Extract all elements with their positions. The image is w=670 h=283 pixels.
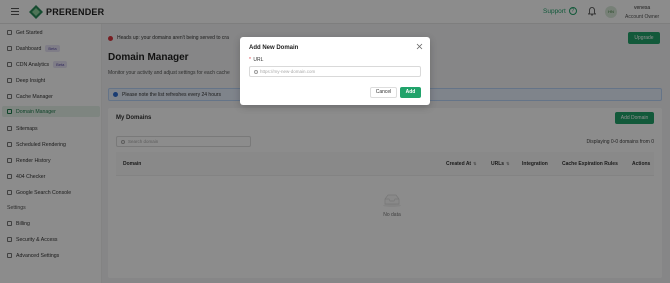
cancel-button[interactable]: Cancel	[370, 87, 397, 98]
modal-title: Add New Domain	[249, 45, 299, 51]
close-icon[interactable]	[416, 43, 423, 50]
url-field[interactable]	[249, 66, 421, 77]
add-domain-modal: Add New Domain * URL Cancel Add	[240, 37, 430, 105]
add-button[interactable]: Add	[400, 87, 421, 98]
url-label-text: URL	[253, 57, 264, 63]
globe-icon	[254, 69, 258, 74]
url-label: * URL	[249, 57, 263, 63]
required-mark: *	[249, 57, 251, 63]
url-input[interactable]	[260, 69, 410, 74]
